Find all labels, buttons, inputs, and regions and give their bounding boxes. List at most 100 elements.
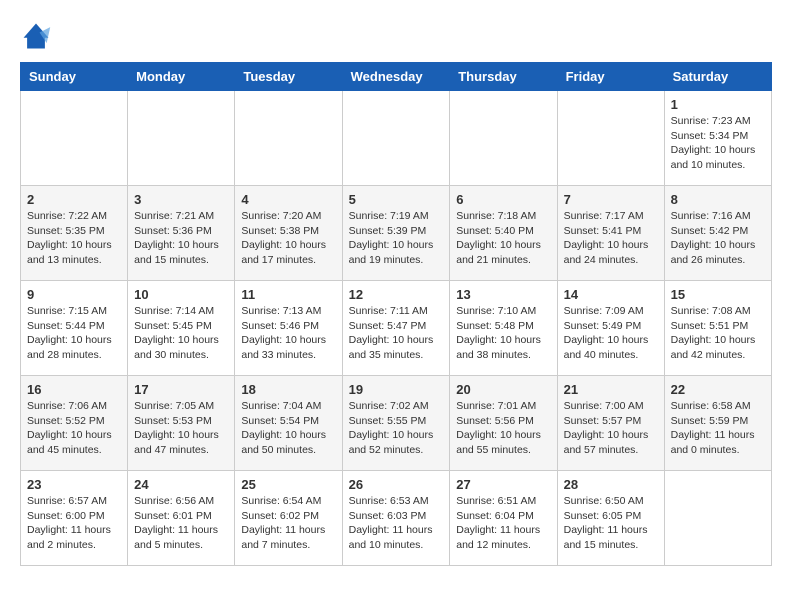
- day-number: 8: [671, 192, 765, 207]
- day-info: Sunrise: 6:57 AM Sunset: 6:00 PM Dayligh…: [27, 494, 121, 553]
- day-number: 25: [241, 477, 335, 492]
- day-number: 3: [134, 192, 228, 207]
- weekday-header-sunday: Sunday: [21, 63, 128, 91]
- logo: [20, 20, 56, 52]
- day-number: 20: [456, 382, 550, 397]
- calendar-cell: 10 Sunrise: 7:14 AM Sunset: 5:45 PM Dayli…: [128, 281, 235, 376]
- day-info: Sunrise: 7:00 AM Sunset: 5:57 PM Dayligh…: [564, 399, 658, 458]
- calendar-cell: 25 Sunrise: 6:54 AM Sunset: 6:02 PM Dayli…: [235, 471, 342, 566]
- day-info: Sunrise: 7:14 AM Sunset: 5:45 PM Dayligh…: [134, 304, 228, 363]
- day-info: Sunrise: 7:11 AM Sunset: 5:47 PM Dayligh…: [349, 304, 444, 363]
- calendar-cell: [342, 91, 450, 186]
- day-number: 10: [134, 287, 228, 302]
- logo-icon: [20, 20, 52, 52]
- day-number: 9: [27, 287, 121, 302]
- calendar-cell: 20 Sunrise: 7:01 AM Sunset: 5:56 PM Dayli…: [450, 376, 557, 471]
- page-header: [20, 20, 772, 52]
- calendar-cell: 24 Sunrise: 6:56 AM Sunset: 6:01 PM Dayli…: [128, 471, 235, 566]
- day-number: 26: [349, 477, 444, 492]
- day-info: Sunrise: 7:05 AM Sunset: 5:53 PM Dayligh…: [134, 399, 228, 458]
- day-info: Sunrise: 7:17 AM Sunset: 5:41 PM Dayligh…: [564, 209, 658, 268]
- day-info: Sunrise: 7:01 AM Sunset: 5:56 PM Dayligh…: [456, 399, 550, 458]
- day-number: 12: [349, 287, 444, 302]
- day-info: Sunrise: 7:08 AM Sunset: 5:51 PM Dayligh…: [671, 304, 765, 363]
- calendar-cell: 5 Sunrise: 7:19 AM Sunset: 5:39 PM Daylig…: [342, 186, 450, 281]
- calendar-cell: 3 Sunrise: 7:21 AM Sunset: 5:36 PM Daylig…: [128, 186, 235, 281]
- calendar-cell: 1 Sunrise: 7:23 AM Sunset: 5:34 PM Daylig…: [664, 91, 771, 186]
- calendar-cell: 21 Sunrise: 7:00 AM Sunset: 5:57 PM Dayli…: [557, 376, 664, 471]
- calendar-cell: 14 Sunrise: 7:09 AM Sunset: 5:49 PM Dayli…: [557, 281, 664, 376]
- calendar-cell: [664, 471, 771, 566]
- weekday-header-tuesday: Tuesday: [235, 63, 342, 91]
- weekday-header-thursday: Thursday: [450, 63, 557, 91]
- calendar-cell: [557, 91, 664, 186]
- day-number: 21: [564, 382, 658, 397]
- calendar-cell: 7 Sunrise: 7:17 AM Sunset: 5:41 PM Daylig…: [557, 186, 664, 281]
- day-info: Sunrise: 7:22 AM Sunset: 5:35 PM Dayligh…: [27, 209, 121, 268]
- calendar-cell: 2 Sunrise: 7:22 AM Sunset: 5:35 PM Daylig…: [21, 186, 128, 281]
- day-info: Sunrise: 6:51 AM Sunset: 6:04 PM Dayligh…: [456, 494, 550, 553]
- day-number: 7: [564, 192, 658, 207]
- calendar-cell: 18 Sunrise: 7:04 AM Sunset: 5:54 PM Dayli…: [235, 376, 342, 471]
- day-info: Sunrise: 7:15 AM Sunset: 5:44 PM Dayligh…: [27, 304, 121, 363]
- day-info: Sunrise: 7:23 AM Sunset: 5:34 PM Dayligh…: [671, 114, 765, 173]
- day-number: 4: [241, 192, 335, 207]
- day-info: Sunrise: 6:50 AM Sunset: 6:05 PM Dayligh…: [564, 494, 658, 553]
- calendar-cell: 27 Sunrise: 6:51 AM Sunset: 6:04 PM Dayli…: [450, 471, 557, 566]
- day-info: Sunrise: 7:04 AM Sunset: 5:54 PM Dayligh…: [241, 399, 335, 458]
- day-number: 18: [241, 382, 335, 397]
- day-info: Sunrise: 7:19 AM Sunset: 5:39 PM Dayligh…: [349, 209, 444, 268]
- calendar-cell: 13Sunrise: 7:10 AM Sunset: 5:48 PM Dayli…: [450, 281, 557, 376]
- calendar-cell: [128, 91, 235, 186]
- day-info: Sunrise: 7:02 AM Sunset: 5:55 PM Dayligh…: [349, 399, 444, 458]
- day-info: Sunrise: 6:53 AM Sunset: 6:03 PM Dayligh…: [349, 494, 444, 553]
- day-number: 27: [456, 477, 550, 492]
- calendar-cell: 15 Sunrise: 7:08 AM Sunset: 5:51 PM Dayli…: [664, 281, 771, 376]
- calendar-cell: [450, 91, 557, 186]
- day-info: Sunrise: 7:06 AM Sunset: 5:52 PM Dayligh…: [27, 399, 121, 458]
- calendar-table: SundayMondayTuesdayWednesdayThursdayFrid…: [20, 62, 772, 566]
- day-number: 14: [564, 287, 658, 302]
- day-info: Sunrise: 7:13 AM Sunset: 5:46 PM Dayligh…: [241, 304, 335, 363]
- day-info: Sunrise: 7:21 AM Sunset: 5:36 PM Dayligh…: [134, 209, 228, 268]
- day-info: Sunrise: 7:18 AM Sunset: 5:40 PM Dayligh…: [456, 209, 550, 268]
- day-info: Sunrise: 7:20 AM Sunset: 5:38 PM Dayligh…: [241, 209, 335, 268]
- day-number: 22: [671, 382, 765, 397]
- calendar-cell: 9 Sunrise: 7:15 AM Sunset: 5:44 PM Daylig…: [21, 281, 128, 376]
- calendar-cell: [235, 91, 342, 186]
- day-info: Sunrise: 6:54 AM Sunset: 6:02 PM Dayligh…: [241, 494, 335, 553]
- weekday-header-friday: Friday: [557, 63, 664, 91]
- calendar-cell: 23 Sunrise: 6:57 AM Sunset: 6:00 PM Dayli…: [21, 471, 128, 566]
- day-number: 13: [456, 287, 550, 302]
- calendar-cell: 28 Sunrise: 6:50 AM Sunset: 6:05 PM Dayli…: [557, 471, 664, 566]
- calendar-cell: 6 Sunrise: 7:18 AM Sunset: 5:40 PM Daylig…: [450, 186, 557, 281]
- day-number: 6: [456, 192, 550, 207]
- day-number: 1: [671, 97, 765, 112]
- weekday-header-monday: Monday: [128, 63, 235, 91]
- calendar-cell: 11 Sunrise: 7:13 AM Sunset: 5:46 PM Dayli…: [235, 281, 342, 376]
- calendar-cell: 12 Sunrise: 7:11 AM Sunset: 5:47 PM Dayli…: [342, 281, 450, 376]
- calendar-cell: 8 Sunrise: 7:16 AM Sunset: 5:42 PM Daylig…: [664, 186, 771, 281]
- day-info: Sunrise: 7:16 AM Sunset: 5:42 PM Dayligh…: [671, 209, 765, 268]
- calendar-cell: 19 Sunrise: 7:02 AM Sunset: 5:55 PM Dayli…: [342, 376, 450, 471]
- calendar-cell: 17 Sunrise: 7:05 AM Sunset: 5:53 PM Dayli…: [128, 376, 235, 471]
- day-number: 23: [27, 477, 121, 492]
- day-number: 19: [349, 382, 444, 397]
- calendar-cell: 22 Sunrise: 6:58 AM Sunset: 5:59 PM Dayli…: [664, 376, 771, 471]
- day-number: 24: [134, 477, 228, 492]
- day-info: Sunrise: 6:56 AM Sunset: 6:01 PM Dayligh…: [134, 494, 228, 553]
- weekday-header-wednesday: Wednesday: [342, 63, 450, 91]
- day-info: Sunrise: 7:09 AM Sunset: 5:49 PM Dayligh…: [564, 304, 658, 363]
- calendar-cell: 4 Sunrise: 7:20 AM Sunset: 5:38 PM Daylig…: [235, 186, 342, 281]
- calendar-cell: 26 Sunrise: 6:53 AM Sunset: 6:03 PM Dayli…: [342, 471, 450, 566]
- day-number: 17: [134, 382, 228, 397]
- calendar-cell: [21, 91, 128, 186]
- day-info: Sunrise: 6:58 AM Sunset: 5:59 PM Dayligh…: [671, 399, 765, 458]
- day-number: 5: [349, 192, 444, 207]
- day-number: 16: [27, 382, 121, 397]
- day-number: 15: [671, 287, 765, 302]
- day-number: 11: [241, 287, 335, 302]
- day-number: 2: [27, 192, 121, 207]
- day-number: 28: [564, 477, 658, 492]
- calendar-cell: 16 Sunrise: 7:06 AM Sunset: 5:52 PM Dayli…: [21, 376, 128, 471]
